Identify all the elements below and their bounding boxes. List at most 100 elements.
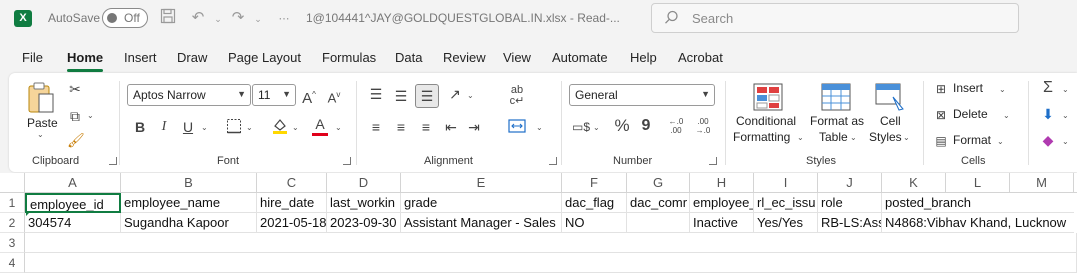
underline-dropdown-icon[interactable]: ⌄ xyxy=(201,123,208,132)
column-header-h[interactable]: H xyxy=(690,173,754,193)
cell-styles-button[interactable]: Cell Styles ⌄ xyxy=(869,81,913,147)
underline-button[interactable]: U xyxy=(181,118,195,136)
column-header-b[interactable]: B xyxy=(121,173,257,193)
cell-a1[interactable]: employee_id xyxy=(25,193,121,213)
align-top-icon[interactable]: ☰ xyxy=(367,85,385,103)
wrap-text-icon[interactable]: ab c↵ xyxy=(507,85,527,107)
undo-dropdown-icon[interactable]: ⌄ xyxy=(208,8,228,28)
clear-icon[interactable]: ◆ xyxy=(1039,131,1057,149)
column-header-e[interactable]: E xyxy=(401,173,562,193)
align-left-icon[interactable]: ≡ xyxy=(367,118,385,136)
cell-b2[interactable]: Sugandha Kapoor xyxy=(121,213,257,233)
cell-c2[interactable]: 2021-05-18 xyxy=(257,213,327,233)
conditional-formatting-button[interactable]: Conditional Formatting ⌄ xyxy=(731,81,804,147)
decrease-indent-icon[interactable]: ⇤ xyxy=(442,118,460,136)
customize-toolbar-icon[interactable]: ⋯ xyxy=(274,8,294,28)
italic-button[interactable]: I xyxy=(157,118,171,136)
row-header-1[interactable]: 1 xyxy=(0,193,25,213)
cell-d1[interactable]: last_workin xyxy=(327,193,401,213)
bold-button[interactable]: B xyxy=(133,118,147,136)
orientation-icon[interactable]: ↗ xyxy=(445,85,465,103)
format-as-table-button[interactable]: Format as Table ⌄ xyxy=(807,81,865,147)
tab-insert[interactable]: Insert xyxy=(124,50,157,65)
column-header-f[interactable]: F xyxy=(562,173,627,193)
increase-indent-icon[interactable]: ⇥ xyxy=(465,118,483,136)
font-color-dropdown-icon[interactable]: ⌄ xyxy=(335,123,342,132)
row-4-empty[interactable] xyxy=(25,253,1077,273)
column-header-a[interactable]: A xyxy=(25,173,121,193)
align-bottom-icon[interactable]: ☰ xyxy=(415,84,439,108)
cell-b1[interactable]: employee_name xyxy=(121,193,257,213)
font-launcher-icon[interactable] xyxy=(343,157,351,165)
fill-color-dropdown-icon[interactable]: ⌄ xyxy=(292,123,299,132)
number-launcher-icon[interactable] xyxy=(709,157,717,165)
column-header-j[interactable]: J xyxy=(818,173,882,193)
cell-h1[interactable]: employee_ xyxy=(690,193,754,213)
tab-draw[interactable]: Draw xyxy=(177,50,207,65)
cell-g1[interactable]: dac_comr xyxy=(627,193,690,213)
undo-icon[interactable]: ↶ xyxy=(188,8,208,28)
delete-cells-button[interactable]: ⊠ Delete ⌄ xyxy=(931,105,1011,125)
cell-k1[interactable]: posted_branch xyxy=(882,193,1074,213)
tab-review[interactable]: Review xyxy=(443,50,486,65)
cell-k2[interactable]: N4868:Vibhav Khand, Lucknow xyxy=(882,213,1074,233)
tab-automate[interactable]: Automate xyxy=(552,50,608,65)
row-header-4[interactable]: 4 xyxy=(0,253,25,273)
row-header-2[interactable]: 2 xyxy=(0,213,25,233)
cell-j1[interactable]: role xyxy=(818,193,882,213)
fill-color-icon[interactable] xyxy=(271,117,289,139)
decrease-decimal-button[interactable]: .00 →.0 xyxy=(691,117,715,135)
column-header-g[interactable]: G xyxy=(627,173,690,193)
borders-icon[interactable] xyxy=(225,118,243,138)
alignment-launcher-icon[interactable] xyxy=(549,157,557,165)
tab-home[interactable]: Home xyxy=(67,50,103,65)
increase-decimal-button[interactable]: ←.0 .00 xyxy=(664,117,688,135)
font-size-select[interactable]: 11 ▼ xyxy=(252,84,296,106)
tab-formulas[interactable]: Formulas xyxy=(322,50,376,65)
redo-dropdown-icon[interactable]: ⌄ xyxy=(248,8,268,28)
cell-d2[interactable]: 2023-09-30 xyxy=(327,213,401,233)
decrease-font-size-icon[interactable]: Av xyxy=(325,86,343,107)
save-icon[interactable] xyxy=(158,8,178,28)
tab-file[interactable]: File xyxy=(22,50,43,65)
cell-g2[interactable] xyxy=(627,213,690,233)
borders-dropdown-icon[interactable]: ⌄ xyxy=(246,123,253,132)
column-header-d[interactable]: D xyxy=(327,173,401,193)
tab-view[interactable]: View xyxy=(503,50,531,65)
align-center-icon[interactable]: ≡ xyxy=(392,118,410,136)
cell-e1[interactable]: grade xyxy=(401,193,562,213)
select-all-corner[interactable] xyxy=(0,173,25,193)
comma-style-button[interactable]: 9 xyxy=(638,117,654,135)
cell-a2[interactable]: 304574 xyxy=(25,213,121,233)
cell-e2[interactable]: Assistant Manager - Sales xyxy=(401,213,562,233)
cut-icon[interactable]: ✂ xyxy=(67,80,83,98)
accounting-dropdown-icon[interactable]: ⌄ xyxy=(593,123,600,132)
column-header-m[interactable]: M xyxy=(1010,173,1074,193)
orientation-dropdown-icon[interactable]: ⌄ xyxy=(467,91,474,100)
autosave-toggle[interactable]: Off xyxy=(102,8,148,28)
fill-icon[interactable]: ⬇ xyxy=(1039,105,1057,123)
cell-i1[interactable]: rl_ec_issu xyxy=(754,193,818,213)
format-painter-icon[interactable]: 🖌 xyxy=(67,131,85,149)
copy-icon[interactable]: ⧉ xyxy=(67,107,83,125)
clear-dropdown-icon[interactable]: ⌄ xyxy=(1062,137,1069,146)
merge-dropdown-icon[interactable]: ⌄ xyxy=(536,123,543,132)
cell-i2[interactable]: Yes/Yes xyxy=(754,213,818,233)
worksheet-grid[interactable]: A B C D E F G H I J K L M 1 2 3 4 employ… xyxy=(0,173,1077,278)
cell-c1[interactable]: hire_date xyxy=(257,193,327,213)
paste-dropdown-icon[interactable]: ⌄ xyxy=(37,130,44,139)
tab-help[interactable]: Help xyxy=(630,50,657,65)
font-color-icon[interactable]: A xyxy=(311,115,329,136)
column-header-k[interactable]: K xyxy=(882,173,946,193)
percent-style-button[interactable]: % xyxy=(612,117,632,135)
fill-dropdown-icon[interactable]: ⌄ xyxy=(1062,111,1069,120)
accounting-format-icon[interactable]: ▭$ xyxy=(570,118,592,136)
paste-button[interactable]: Paste ⌄ xyxy=(23,80,58,139)
align-right-icon[interactable]: ≡ xyxy=(417,118,435,136)
tab-page-layout[interactable]: Page Layout xyxy=(228,50,301,65)
column-header-c[interactable]: C xyxy=(257,173,327,193)
redo-icon[interactable]: ↷ xyxy=(228,8,248,28)
number-format-select[interactable]: General ▼ xyxy=(569,84,715,106)
autosum-dropdown-icon[interactable]: ⌄ xyxy=(1062,85,1069,94)
format-cells-button[interactable]: ▤ Format ⌄ xyxy=(931,131,1011,151)
